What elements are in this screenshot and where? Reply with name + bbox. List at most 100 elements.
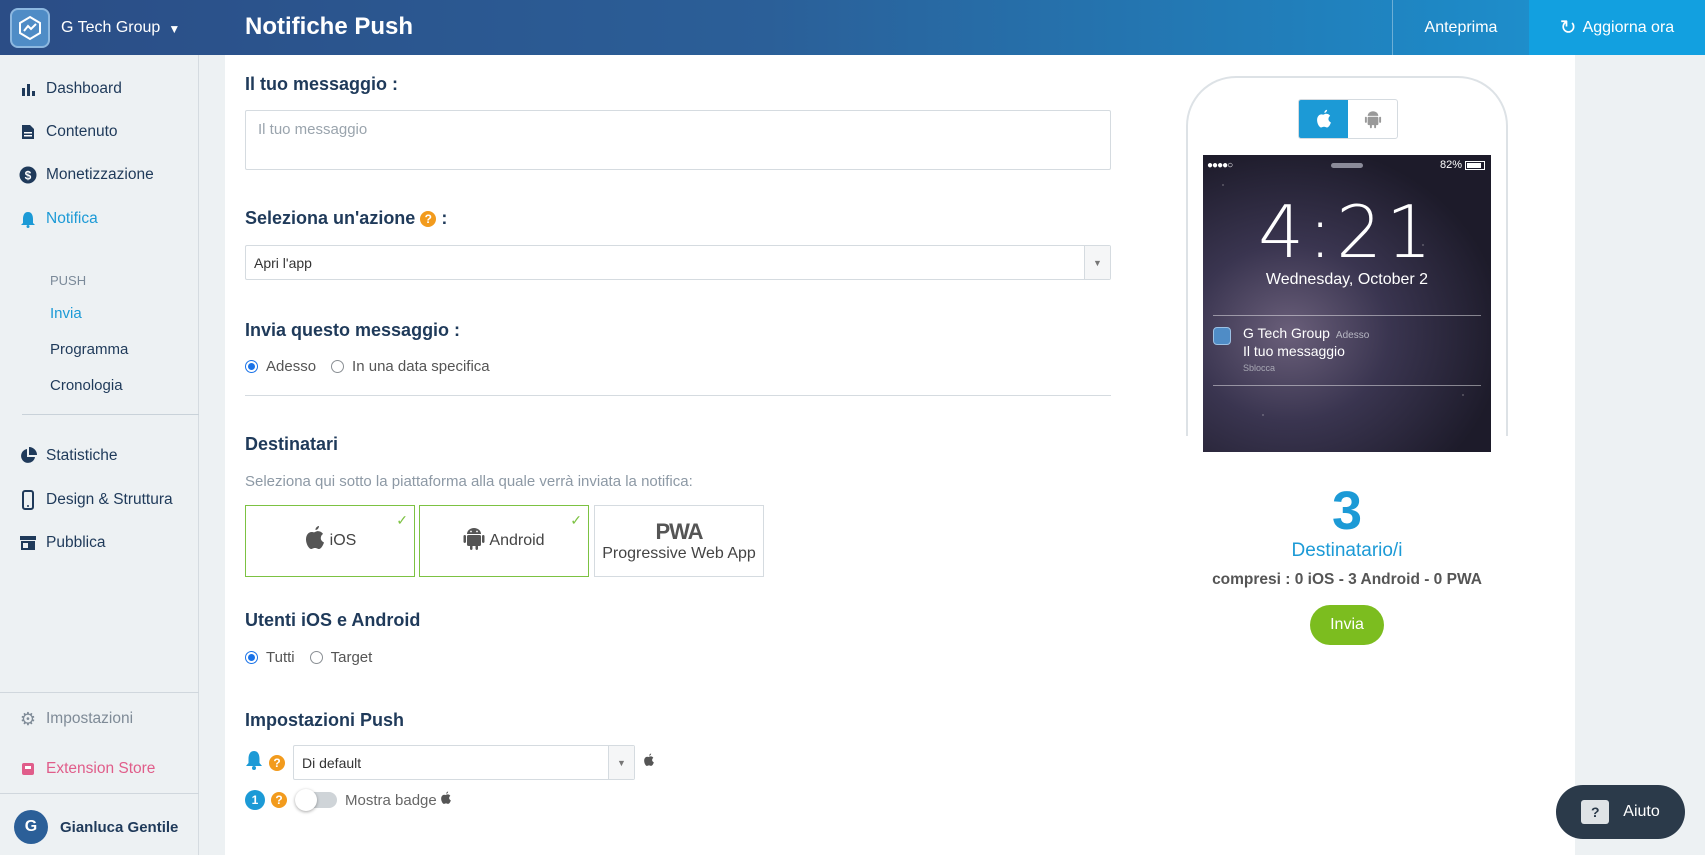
sidebar-item-notifica[interactable]: Notifica xyxy=(18,209,98,229)
user-name: Gianluca Gentile xyxy=(60,818,179,836)
sidebar-subitem-programma[interactable]: Programma xyxy=(50,341,128,358)
update-now-button[interactable]: ↻ Aggiorna ora xyxy=(1529,0,1705,55)
sidebar-divider xyxy=(0,793,199,794)
action-label-colon: : xyxy=(441,208,448,228)
help-chat-button[interactable]: ? Aiuto xyxy=(1556,785,1685,839)
radio-target-users[interactable] xyxy=(309,651,323,664)
signal-icon: ●●●●○ xyxy=(1207,159,1233,171)
action-select[interactable]: Apri l'app ▼ xyxy=(245,245,1111,280)
sidebar-subitem-cronologia[interactable]: Cronologia xyxy=(50,377,123,394)
notification-app-name: G Tech Group Adesso xyxy=(1243,325,1369,341)
platform-android-card[interactable]: Android ✓ xyxy=(419,505,589,577)
check-icon: ✓ xyxy=(570,512,582,528)
avatar: G xyxy=(14,810,48,844)
store-icon xyxy=(18,533,38,553)
sound-select-value: Di default xyxy=(302,755,362,771)
platform-ios-label: iOS xyxy=(329,532,357,549)
bell-icon xyxy=(18,209,38,229)
recipients-count: 3 xyxy=(1331,481,1363,541)
preview-android-toggle[interactable] xyxy=(1348,100,1397,138)
refresh-icon: ↻ xyxy=(1559,17,1577,39)
sidebar-item-label: Notifica xyxy=(46,210,98,227)
radio-all-users-label: Tutti xyxy=(266,649,295,666)
os-preview-switch xyxy=(1298,99,1398,139)
sidebar-item-label: Contenuto xyxy=(46,123,118,140)
update-now-label: Aggiorna ora xyxy=(1582,18,1675,36)
chat-help-icon: ? xyxy=(1581,800,1610,824)
recipients-count-label: Destinatario/i xyxy=(1291,540,1403,561)
sidebar-item-monetizzazione[interactable]: $ Monetizzazione xyxy=(18,165,154,185)
platform-pwa-label: Progressive Web App xyxy=(602,545,756,562)
chevron-down-icon: ▼ xyxy=(1084,246,1110,279)
radio-specific-date[interactable] xyxy=(331,360,345,373)
push-settings-label: Impostazioni Push xyxy=(245,710,405,730)
badge-label: Mostra badge xyxy=(345,791,437,809)
chevron-down-icon: ▼ xyxy=(168,22,181,36)
pie-chart-icon xyxy=(18,446,38,466)
brand-name: G Tech Group xyxy=(61,19,161,36)
sidebar-item-contenuto[interactable]: Contenuto xyxy=(18,122,118,142)
send-when-label: Invia questo messaggio : xyxy=(245,320,461,340)
platform-android-label: Android xyxy=(489,532,545,549)
recipients-hint: Seleziona qui sotto la piattaforma alla … xyxy=(245,473,693,490)
radio-all-users[interactable] xyxy=(245,651,258,664)
notification-time: Adesso xyxy=(1335,330,1370,341)
sidebar-item-label: Impostazioni xyxy=(46,710,134,727)
puzzle-icon xyxy=(18,759,38,779)
sidebar-item-label: Extension Store xyxy=(46,760,156,777)
platform-ios-card[interactable]: iOS ✓ xyxy=(245,505,415,577)
svg-text:$: $ xyxy=(25,169,32,183)
sound-select[interactable]: Di default ▼ xyxy=(293,745,635,780)
action-select-value: Apri l'app xyxy=(254,255,312,271)
action-label: Seleziona un'azione ? : xyxy=(245,208,447,229)
users-options: Tutti Target xyxy=(245,649,372,666)
action-label-text: Seleziona un'azione xyxy=(245,208,416,228)
page-title: Notifiche Push xyxy=(245,13,414,40)
message-input[interactable] xyxy=(245,110,1111,170)
send-when-options: Adesso In una data specifica xyxy=(245,358,490,375)
sidebar-item-label: Pubblica xyxy=(46,534,106,551)
sidebar-subitem-invia[interactable]: Invia xyxy=(50,305,82,322)
android-icon xyxy=(463,525,485,558)
sidebar-item-extension-store[interactable]: Extension Store xyxy=(18,759,155,779)
battery-icon xyxy=(1465,160,1485,170)
check-icon: ✓ xyxy=(396,512,408,528)
platform-pwa-card[interactable]: PWA Progressive Web App xyxy=(594,505,764,577)
battery-level: 82% xyxy=(1439,159,1462,171)
recipients-breakdown: compresi : 0 iOS - 3 Android - 0 PWA xyxy=(1212,571,1482,588)
user-profile[interactable]: G Gianluca Gentile xyxy=(14,810,178,844)
dollar-icon: $ xyxy=(18,165,38,185)
badge-number: 1 xyxy=(245,790,265,810)
app-logo-icon xyxy=(10,8,50,48)
phone-notch xyxy=(1331,163,1363,168)
preview-button[interactable]: Anteprima xyxy=(1392,0,1529,55)
bar-chart-icon xyxy=(18,79,38,99)
gear-icon: ⚙ xyxy=(19,708,37,729)
users-label: Utenti iOS e Android xyxy=(245,610,421,630)
help-icon[interactable]: ? xyxy=(420,211,437,228)
preview-ios-toggle[interactable] xyxy=(1299,100,1348,138)
sidebar-item-pubblica[interactable]: Pubblica xyxy=(18,533,105,553)
badge-toggle[interactable] xyxy=(295,789,337,811)
sidebar-item-design[interactable]: Design & Struttura xyxy=(18,490,173,510)
sidebar-item-label: Monetizzazione xyxy=(46,166,154,183)
send-button[interactable]: Invia xyxy=(1310,605,1384,645)
help-icon[interactable]: ? xyxy=(269,754,285,771)
apple-icon xyxy=(440,791,452,809)
radio-specific-date-label: In una data specifica xyxy=(352,358,490,375)
sidebar-item-impostazioni[interactable]: ⚙ Impostazioni xyxy=(18,709,133,729)
help-label: Aiuto xyxy=(1623,803,1660,820)
sidebar-item-dashboard[interactable]: Dashboard xyxy=(18,79,122,99)
sidebar-item-label: Statistiche xyxy=(46,447,118,464)
notification-divider xyxy=(1213,385,1481,386)
radio-target-users-label: Target xyxy=(330,649,373,666)
help-icon[interactable]: ? xyxy=(271,792,287,808)
top-bar: G Tech Group ▼ Notifiche Push Anteprima … xyxy=(0,0,1705,55)
brand-switcher[interactable]: G Tech Group ▼ xyxy=(10,8,180,48)
sidebar-divider xyxy=(0,692,199,693)
section-divider xyxy=(245,395,1111,396)
radio-now[interactable] xyxy=(245,360,258,373)
apple-icon xyxy=(643,753,655,772)
sidebar-item-statistiche[interactable]: Statistiche xyxy=(18,446,118,466)
phone-lock-screen: ●●●●○ 82% 4:21 Wednesday, October 2 G Te… xyxy=(1203,155,1491,452)
